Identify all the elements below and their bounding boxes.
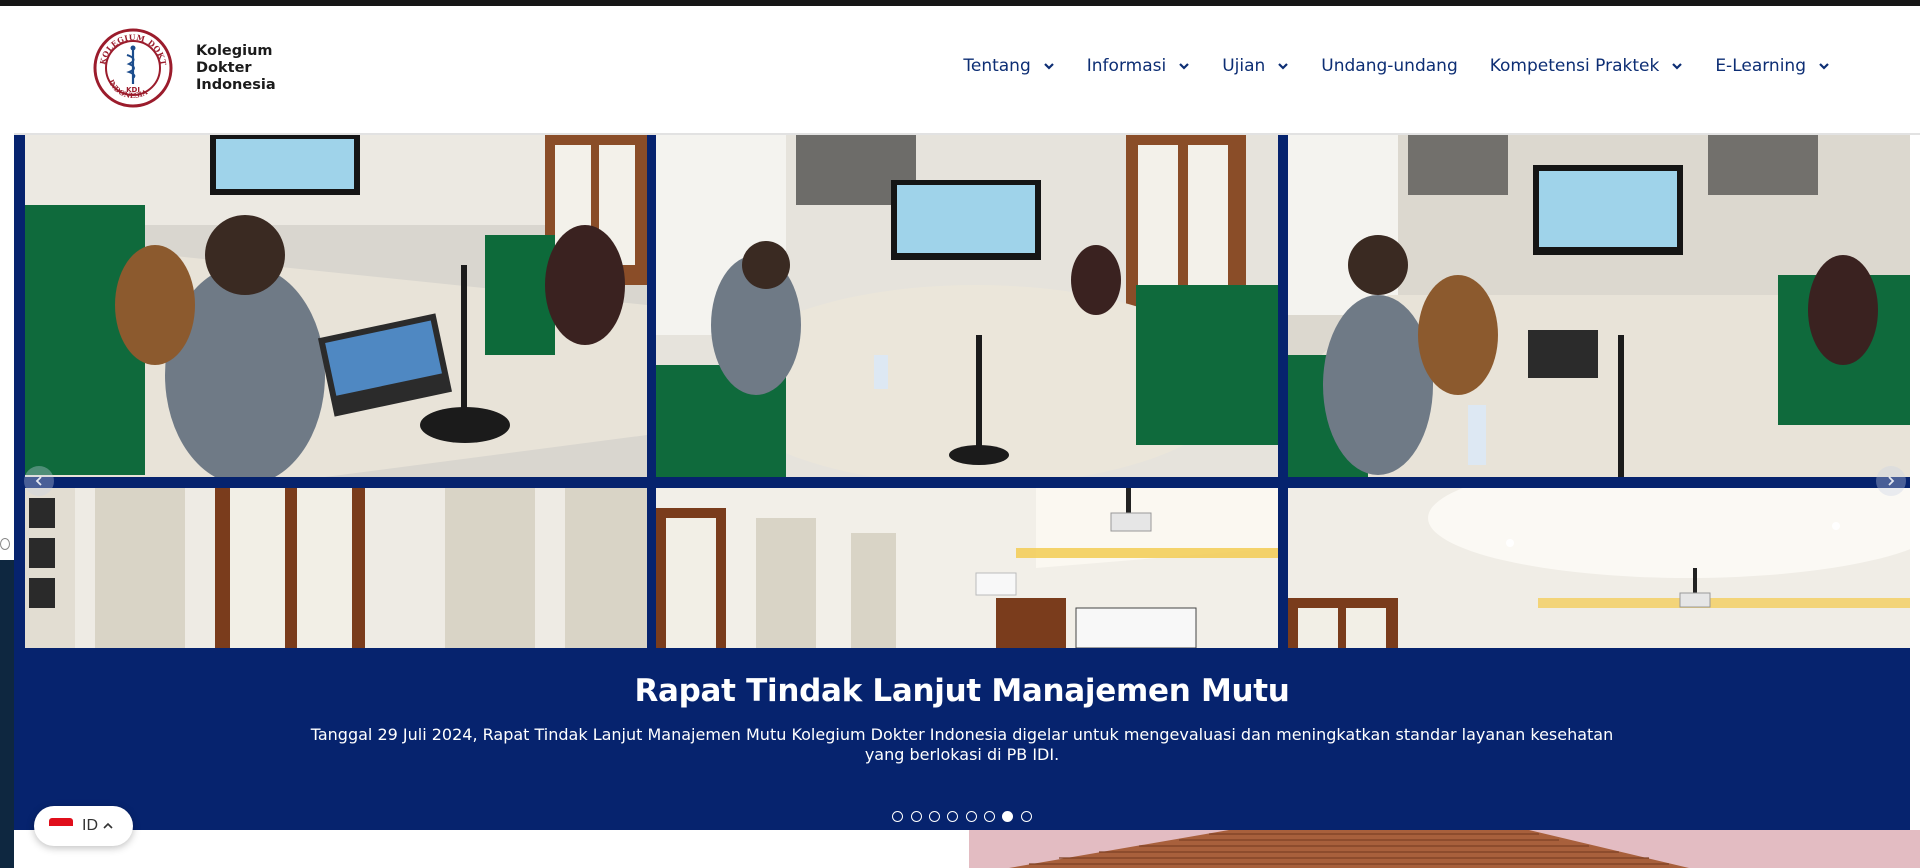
nav-item-label: E-Learning [1715, 56, 1806, 76]
chevron-down-icon [1672, 63, 1683, 70]
chevron-down-icon [1278, 63, 1289, 70]
meeting-photo [656, 135, 1278, 477]
content-section-image [969, 830, 1920, 868]
language-selector[interactable]: ID [34, 806, 133, 846]
help-icon[interactable] [0, 538, 10, 550]
slide-description: Tanggal 29 Juli 2024, Rapat Tindak Lanju… [310, 725, 1614, 764]
nav-item-label: Undang-undang [1321, 56, 1458, 76]
hero-slider: Rapat Tindak Lanjut Manajemen Mutu Tangg… [14, 135, 1910, 830]
brand-name: Kolegium Dokter Indonesia [196, 43, 276, 94]
brand-name-line2: Dokter [196, 59, 252, 76]
language-code: ID [82, 817, 98, 834]
room-photo [1288, 488, 1910, 648]
left-edge-background [0, 560, 14, 868]
chevron-up-icon [103, 822, 113, 829]
meeting-photo [25, 135, 647, 477]
chevron-right-icon [1888, 476, 1895, 486]
slider-dot[interactable] [1020, 811, 1032, 822]
slide-title: Rapat Tindak Lanjut Manajemen Mutu [634, 673, 1290, 709]
nav-item-label: Kompetensi Praktek [1489, 56, 1660, 76]
nav-item-label: Informasi [1086, 56, 1167, 76]
slide-caption: Rapat Tindak Lanjut Manajemen Mutu Tangg… [14, 647, 1910, 765]
nav-item-e-learning[interactable]: E-Learning [1715, 56, 1830, 76]
nav-item-ujian[interactable]: Ujian [1222, 56, 1289, 76]
nav-item-label: Ujian [1222, 56, 1266, 76]
chevron-down-icon [1819, 63, 1829, 70]
svg-text:KDI: KDI [126, 86, 140, 94]
room-photo [656, 488, 1278, 648]
brand-logo[interactable]: KOLEGIUM DOKTER INDONESIA KDI Kolegium D… [93, 28, 276, 108]
slider-dot[interactable] [910, 811, 922, 822]
slider-dot[interactable] [1002, 811, 1014, 822]
nav-item-tentang[interactable]: Tentang [963, 56, 1054, 76]
brand-name-line1: Kolegium [196, 42, 273, 59]
indonesia-flag-icon [49, 818, 73, 834]
meeting-photo [1288, 135, 1910, 477]
slider-dot[interactable] [965, 811, 977, 822]
chevron-down-icon [1179, 63, 1189, 70]
slider-dot[interactable] [892, 811, 904, 822]
nav-item-label: Tentang [963, 56, 1031, 76]
nav-item-kompetensi-praktek[interactable]: Kompetensi Praktek [1490, 56, 1684, 76]
nav-item-informasi[interactable]: Informasi [1087, 56, 1190, 76]
slider-pagination [14, 811, 1910, 822]
chevron-down-icon [1043, 63, 1054, 70]
site-header: KOLEGIUM DOKTER INDONESIA KDI Kolegium D… [14, 6, 1920, 135]
main-nav: Tentang Informasi Ujian Undang-undang Ko… [931, 56, 1830, 76]
slider-dot[interactable] [984, 811, 996, 822]
content-section-left [14, 830, 969, 868]
chevron-left-icon [35, 476, 42, 486]
nav-item-undang-undang[interactable]: Undang-undang [1321, 56, 1457, 76]
brand-name-line3: Indonesia [196, 76, 276, 93]
slider-dot[interactable] [947, 811, 959, 822]
slider-next-button[interactable] [1876, 466, 1906, 496]
slider-dot[interactable] [928, 811, 940, 822]
roof-image [969, 830, 1920, 868]
room-photo [25, 488, 647, 648]
slider-prev-button[interactable] [24, 466, 54, 496]
kdi-seal-icon: KOLEGIUM DOKTER INDONESIA KDI [93, 28, 173, 108]
